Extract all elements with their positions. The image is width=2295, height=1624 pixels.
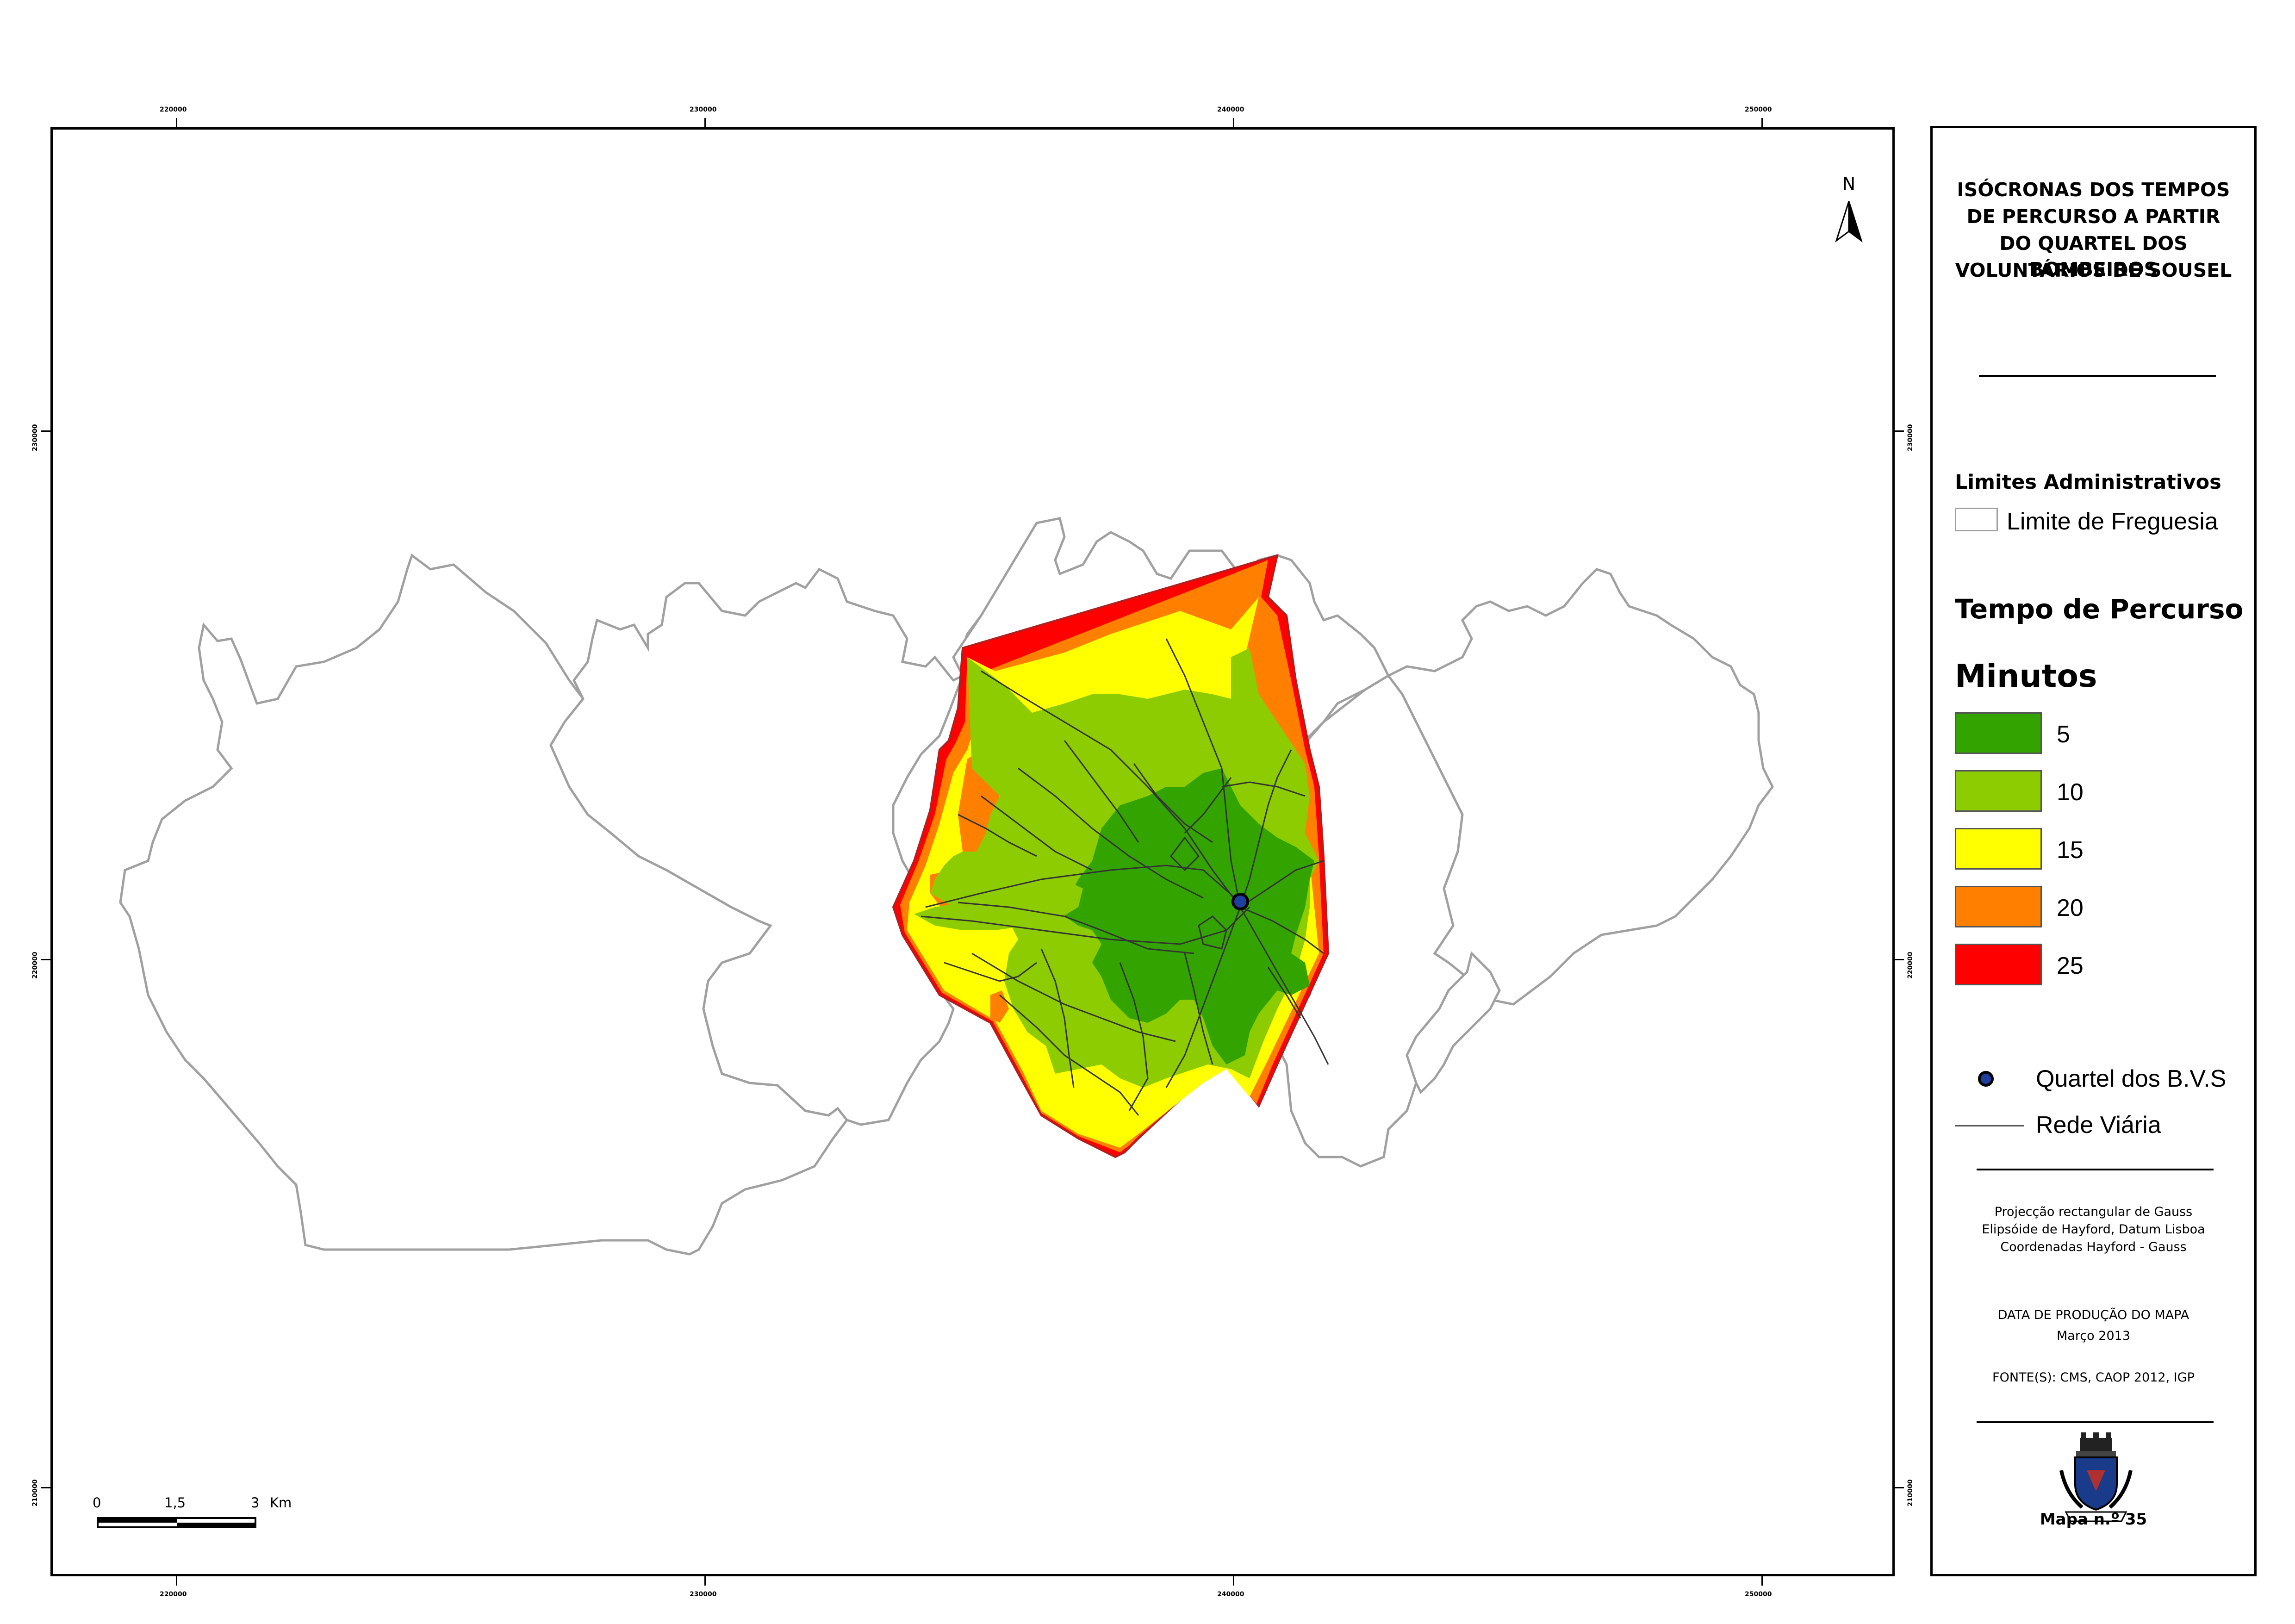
legend-label-25: 25 (2057, 952, 2084, 979)
north-arrow-right-half (1848, 201, 1863, 243)
footer-divider (1977, 1421, 2214, 1423)
grid-x-label-bottom: 250000 (1745, 1591, 1772, 1598)
grid-tick (704, 118, 706, 127)
grid-tick (1761, 118, 1763, 127)
scale-bar-segment (177, 1523, 255, 1526)
station-marker[interactable] (1231, 893, 1249, 910)
north-label: N (1842, 174, 1855, 194)
grid-y-label-left: 230000 (31, 424, 39, 451)
parish-limit-swatch (1955, 508, 1998, 531)
map-number: Mapa n.º 35 (2040, 1510, 2147, 1529)
grid-y-label-left: 220000 (31, 952, 39, 979)
grid-x-label-top: 250000 (1745, 106, 1772, 113)
map-canvas[interactable]: N (50, 127, 1895, 1576)
grid-tick (1895, 1487, 1904, 1488)
grid-x-label-bottom: 230000 (690, 1591, 717, 1598)
grid-y-label-right: 220000 (1907, 952, 1914, 979)
legend-label-5: 5 (2057, 721, 2070, 748)
legend-swatch-5 (1955, 712, 2042, 754)
grid-tick (1233, 118, 1234, 127)
grid-tick (176, 1576, 177, 1586)
north-arrow-icon: N (1835, 174, 1863, 243)
grid-tick (176, 118, 177, 127)
grid-tick (1895, 959, 1904, 960)
grid-y-label-left: 210000 (31, 1479, 39, 1506)
legend-swatch-25 (1955, 944, 2042, 985)
station-point-icon[interactable] (1231, 893, 1249, 910)
scale-bar-segment (99, 1519, 177, 1523)
legend-label-15: 15 (2057, 837, 2084, 864)
grid-tick (41, 1487, 50, 1488)
grid-x-label-bottom: 220000 (160, 1591, 187, 1598)
scale-label-3: 3 (251, 1495, 260, 1511)
projection-line: Projecção rectangular de Gauss (1994, 1205, 2193, 1219)
station-legend-icon (1978, 1071, 1994, 1087)
grid-x-label-bottom: 240000 (1217, 1591, 1244, 1598)
grid-tick (41, 959, 50, 960)
production-date-label: DATA DE PRODUÇÃO DO MAPA (1997, 1308, 2189, 1322)
legend-swatch-15 (1955, 828, 2042, 870)
production-date: Março 2013 (2056, 1329, 2130, 1343)
grid-y-label-right: 210000 (1907, 1479, 1914, 1506)
legend-swatch-20 (1955, 886, 2042, 927)
legend-label-20: 20 (2057, 895, 2084, 921)
grid-x-label-top: 220000 (160, 106, 187, 113)
sources-text: FONTE(S): CMS, CAOP 2012, IGP (1992, 1370, 2195, 1385)
minutes-heading: Minutos (1955, 658, 2097, 695)
admin-limits-heading: Limites Administrativos (1955, 471, 2221, 494)
map-title-line: DE PERCURSO A PARTIR (1966, 205, 2220, 228)
legend-divider (1977, 1169, 2214, 1170)
road-legend-label: Rede Viária (2036, 1112, 2161, 1139)
scale-bar (97, 1517, 256, 1528)
parish-limit-label: Limite de Freguesia (2007, 508, 2218, 535)
grid-tick (1233, 1576, 1234, 1586)
travel-time-heading: Tempo de Percurso (1955, 593, 2244, 625)
road-legend-line (1955, 1125, 2024, 1126)
station-legend-label: Quartel dos B.V.S (2036, 1065, 2227, 1092)
legend-label-10: 10 (2057, 779, 2084, 806)
north-arrow-left-half (1835, 201, 1850, 243)
grid-tick (41, 430, 50, 432)
scale-unit: Km (270, 1495, 292, 1511)
grid-tick (1895, 430, 1904, 432)
projection-line: Coordenadas Hayford - Gauss (2000, 1240, 2187, 1254)
title-divider (1979, 375, 2216, 377)
grid-x-label-top: 240000 (1217, 106, 1244, 113)
map-title-line: VOLUNTÁRIOS DE SOUSEL (1955, 259, 2232, 281)
isochrone-layer (892, 554, 1330, 1158)
grid-y-label-right: 230000 (1907, 424, 1914, 451)
grid-x-label-top: 230000 (690, 106, 717, 113)
legend-panel: ISÓCRONAS DOS TEMPOS DE PERCURSO A PARTI… (1930, 126, 2257, 1576)
scale-label-0: 0 (93, 1495, 101, 1511)
scale-label-1-5: 1,5 (164, 1495, 186, 1511)
grid-tick (1761, 1576, 1763, 1586)
map-title-line: ISÓCRONAS DOS TEMPOS (1957, 179, 2230, 201)
projection-line: Elipsóide de Hayford, Datum Lisboa (1982, 1222, 2205, 1237)
legend-swatch-10 (1955, 770, 2042, 812)
grid-tick (704, 1576, 706, 1586)
